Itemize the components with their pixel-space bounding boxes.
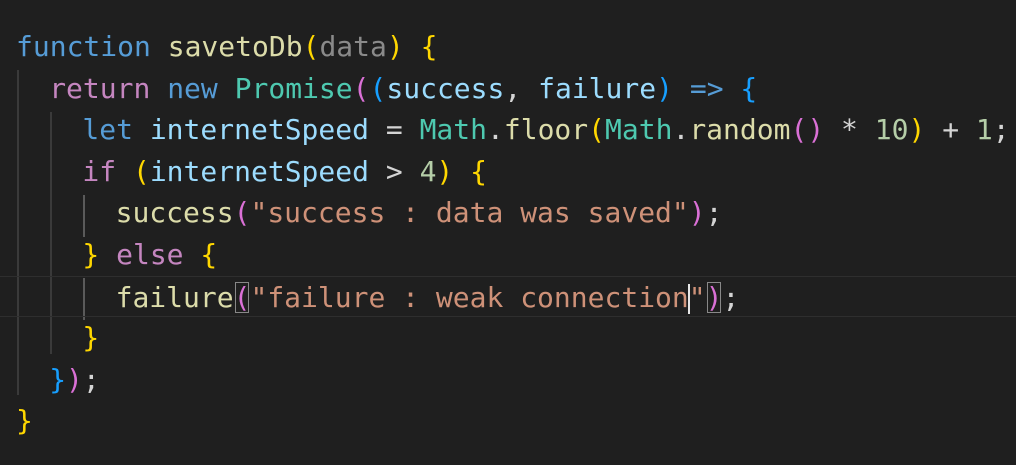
code-token: ( [233, 196, 251, 230]
code-token: => [689, 71, 724, 105]
code-token: data [319, 30, 387, 63]
code-token: ( [369, 71, 387, 105]
code-token: let [82, 113, 133, 147]
code-token: success [386, 71, 505, 105]
code-token: failure [538, 71, 657, 105]
code-line[interactable]: } [0, 317, 1016, 359]
code-token: ( [132, 154, 150, 188]
code-token: savetoDb [167, 30, 303, 63]
code-token: Promise [234, 71, 353, 105]
code-token: ; [705, 196, 723, 230]
code-token: failure [115, 280, 234, 314]
code-token: function [16, 30, 151, 63]
code-token: "success : data was saved" [250, 196, 689, 230]
matched-bracket: ( [233, 280, 251, 314]
code-token: Math [605, 113, 673, 147]
code-token: } [16, 404, 33, 438]
code-token: ) [908, 113, 926, 147]
code-token: ) [386, 30, 404, 63]
code-editor[interactable]: function savetoDb(data) {return new Prom… [0, 0, 1016, 465]
code-line-current[interactable]: failure("failure : weak connection"); [0, 275, 1016, 318]
code-token: ) [688, 196, 706, 230]
code-line[interactable]: if (internetSpeed > 4) { [0, 151, 1016, 193]
code-token: 1 [975, 113, 993, 147]
code-token: random [689, 113, 791, 147]
code-token: 10 [874, 113, 909, 147]
code-token: } [82, 238, 100, 271]
code-token: { [470, 154, 487, 188]
matched-bracket: ) [705, 280, 723, 314]
code-token: Math [419, 113, 487, 147]
code-token: () [790, 113, 825, 147]
code-line[interactable]: }); [0, 359, 1016, 401]
code-line[interactable]: return new Promise((success, failure) =>… [0, 68, 1016, 110]
code-token: { [200, 238, 218, 271]
code-token: ; [992, 113, 1010, 147]
code-token: internetSpeed [149, 113, 369, 147]
code-line[interactable]: function savetoDb(data) { [0, 26, 1016, 68]
code-token: + [925, 113, 976, 147]
code-token: ; [722, 280, 740, 314]
code-token: * [824, 113, 875, 147]
code-token: { [740, 71, 758, 105]
code-token: internetSpeed [149, 154, 369, 188]
code-token: , [504, 71, 539, 105]
code-token: ) [656, 71, 673, 105]
code-token: ) [66, 362, 83, 396]
code-token: if [82, 154, 117, 188]
code-line[interactable]: } else { [0, 234, 1016, 276]
code-token: ( [352, 71, 370, 105]
code-token: ( [588, 113, 606, 147]
code-token: . [487, 113, 504, 147]
code-token: success [115, 196, 234, 230]
code-token: 4 [419, 154, 437, 188]
code-token: " [688, 280, 706, 314]
code-line[interactable]: success("success : data was saved"); [0, 192, 1016, 234]
code-token: ( [302, 30, 320, 63]
code-token: . [672, 113, 690, 147]
code-line[interactable]: } [0, 400, 1016, 442]
code-token: else [116, 238, 184, 271]
code-token: { [420, 30, 438, 63]
code-token: > [368, 154, 420, 188]
code-token: = [368, 113, 420, 147]
code-line[interactable]: let internetSpeed = Math.floor(Math.rand… [0, 109, 1016, 151]
code-token: } [49, 362, 67, 396]
code-token: ) [436, 154, 454, 188]
code-token: return [49, 71, 151, 105]
code-token: "failure : weak connection [250, 280, 689, 314]
code-token: } [82, 321, 100, 355]
code-token: floor [503, 113, 589, 147]
code-token: ; [82, 362, 100, 396]
code-token: new [167, 71, 218, 105]
